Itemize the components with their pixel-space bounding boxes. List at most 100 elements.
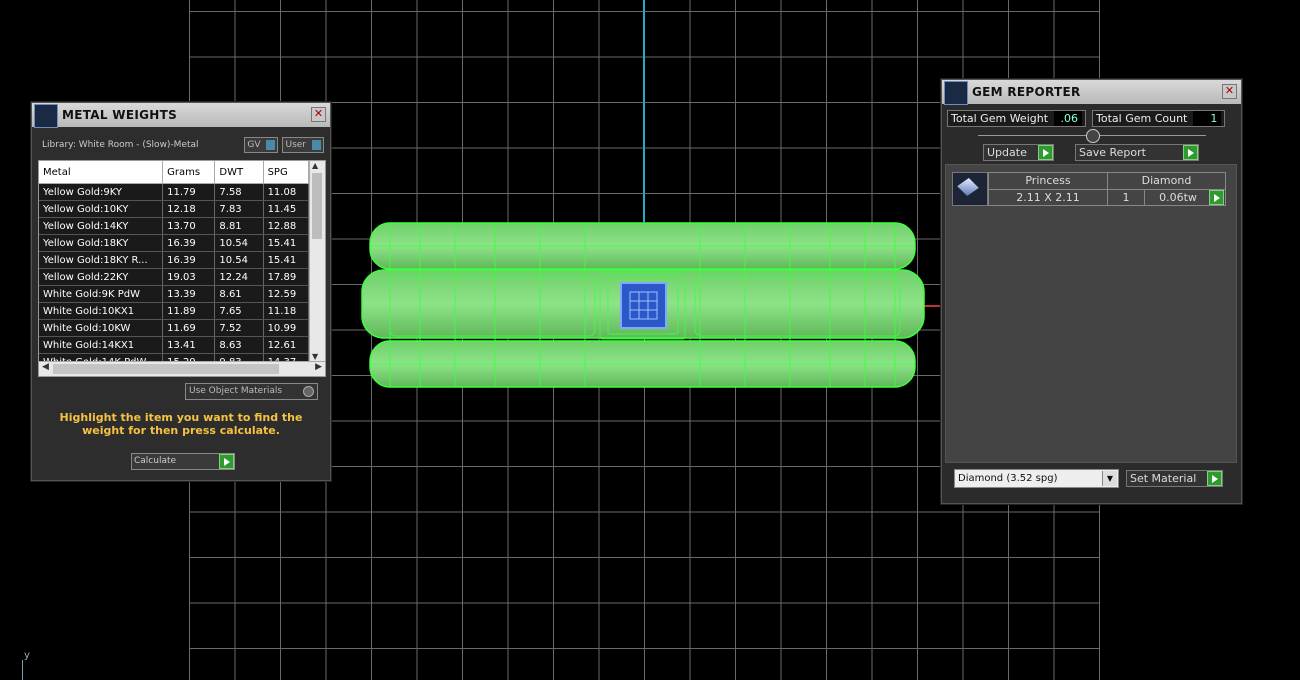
table-cell: 11.79 [162,183,216,201]
chevron-down-icon[interactable]: ▼ [1102,471,1117,486]
table-cell: 19.03 [162,268,216,286]
table-cell: Yellow Gold:14KY [39,217,164,235]
use-object-materials-label: Use Object Materials [189,386,283,396]
gv-toggle-label: GV [247,140,261,150]
column-header-spg[interactable]: SPG [263,161,310,184]
save-report-label: Save Report [1079,146,1146,159]
table-cell: Yellow Gold:10KY [39,200,164,218]
vertical-scroll-thumb[interactable] [312,173,322,239]
table-row[interactable]: White Gold:10KW 11.69 7.52 10.99 [39,319,310,337]
table-cell: White Gold:10KX1 [39,302,164,320]
table-row[interactable]: Yellow Gold:22KY 19.03 12.24 17.89 [39,268,310,286]
set-material-label: Set Material [1130,472,1197,485]
play-arrow-icon[interactable] [219,454,234,469]
use-object-materials-option[interactable]: Use Object Materials [185,383,318,400]
table-row[interactable]: Yellow Gold:18KY 16.39 10.54 15.41 [39,234,310,252]
table-cell: White Gold:9K PdW [39,285,164,303]
table-cell: 7.83 [214,200,264,218]
table-cell: 12.18 [162,200,216,218]
gem-reporter-titlebar[interactable]: GEM REPORTER ✕ [942,80,1241,105]
metal-weights-title: METAL WEIGHTS [62,108,178,122]
table-cell: 7.58 [214,183,264,201]
gem-shape: Princess [988,172,1108,190]
material-select[interactable]: Diamond (3.52 spg) ▼ [954,469,1119,488]
princess-gem[interactable] [620,282,667,329]
scroll-left-icon[interactable]: ◀ [42,362,49,372]
table-cell: White Gold:10KW [39,319,164,337]
material-select-value: Diamond (3.52 spg) [958,473,1058,484]
gem-list[interactable]: Princess Diamond 2.11 X 2.11 1 0.06tw [945,164,1237,463]
scroll-right-icon[interactable]: ▶ [315,362,322,372]
table-cell: 15.41 [263,234,310,252]
metal-weights-titlebar[interactable]: METAL WEIGHTS ✕ [32,103,330,128]
horizontal-scroll-thumb[interactable] [53,364,279,374]
table-cell: 13.41 [162,336,216,354]
table-cell: Yellow Gold:18KY R... [39,251,164,269]
play-arrow-icon[interactable] [1038,145,1053,160]
table-row[interactable]: White Gold:14KX1 13.41 8.63 12.61 [39,336,310,354]
play-arrow-icon[interactable] [1183,145,1198,160]
viewport-axis-horizontal [924,305,942,307]
calculate-label: Calculate [134,456,177,466]
gem-totals-row: Total Gem Weight .06 Total Gem Count 1 [947,110,1226,127]
column-header-dwt[interactable]: DWT [214,161,264,184]
gv-toggle[interactable]: GV [244,137,279,153]
update-button[interactable]: Update [983,144,1054,161]
library-label: Library: White Room - (Slow)-Metal [42,140,199,150]
play-arrow-icon[interactable] [1209,189,1224,205]
table-cell: 10.54 [214,251,264,269]
table-cell: 12.24 [214,268,264,286]
table-cell: 12.61 [263,336,310,354]
table-cell: White Gold:14KX1 [39,336,164,354]
column-header-grams[interactable]: Grams [162,161,216,184]
metal-table-horizontal-scrollbar[interactable]: ◀ ▶ [39,361,325,376]
table-cell: 13.70 [162,217,216,235]
table-cell: 8.63 [214,336,264,354]
gem-material: Diamond [1107,172,1226,190]
table-cell: 11.45 [263,200,310,218]
ring-model[interactable] [360,218,926,392]
gem-details: Princess Diamond 2.11 X 2.11 1 0.06tw [988,172,1226,206]
table-cell: 16.39 [162,234,216,252]
play-arrow-icon[interactable] [1207,471,1222,486]
table-cell: 12.88 [263,217,310,235]
user-toggle-label: User [285,140,306,150]
metal-table[interactable]: Metal Grams DWT SPG Yellow Gold:9KY 11.79… [38,160,326,377]
table-row[interactable]: White Gold:10KX1 11.89 7.65 11.18 [39,302,310,320]
axis-label-y: y [24,650,30,661]
table-row[interactable]: Yellow Gold:14KY 13.70 8.81 12.88 [39,217,310,235]
table-cell: 17.89 [263,268,310,286]
total-gem-count-label: Total Gem Count [1096,112,1188,125]
calculate-button[interactable]: Calculate [131,453,235,470]
table-cell: 10.99 [263,319,310,337]
table-cell: Yellow Gold:22KY [39,268,164,286]
table-cell: 15.41 [263,251,310,269]
gem-size: 2.11 X 2.11 [988,188,1108,206]
gem-reporter-title: GEM REPORTER [972,85,1081,99]
save-report-button[interactable]: Save Report [1075,144,1199,161]
total-gem-count-field: Total Gem Count 1 [1092,110,1226,127]
table-cell: Yellow Gold:18KY [39,234,164,252]
table-row[interactable]: Yellow Gold:18KY R... 16.39 10.54 15.41 [39,251,310,269]
scroll-up-icon[interactable]: ▲ [312,161,318,170]
close-icon[interactable]: ✕ [1222,84,1237,99]
table-cell: 10.54 [214,234,264,252]
gem-count: 1 [1107,188,1145,206]
table-cell: 13.39 [162,285,216,303]
table-row[interactable]: White Gold:9K PdW 13.39 8.61 12.59 [39,285,310,303]
table-cell: 16.39 [162,251,216,269]
gem-reporter-panel: GEM REPORTER ✕ Total Gem Weight .06 Tota… [941,79,1242,504]
table-row[interactable]: Yellow Gold:9KY 11.79 7.58 11.08 [39,183,310,201]
radio-icon[interactable] [303,386,314,397]
total-gem-weight-value: .06 [1054,111,1083,126]
column-header-metal[interactable]: Metal [39,161,164,184]
instruction-text: Highlight the item you want to find the … [59,411,303,437]
scroll-down-icon[interactable]: ▼ [312,352,318,361]
panel-slider-knob[interactable] [1086,129,1100,143]
metal-table-vertical-scrollbar[interactable]: ▲ ▼ [309,161,325,361]
table-row[interactable]: Yellow Gold:10KY 12.18 7.83 11.45 [39,200,310,218]
set-material-button[interactable]: Set Material [1126,470,1223,487]
user-toggle[interactable]: User [282,137,324,153]
close-icon[interactable]: ✕ [311,107,326,122]
gem-list-item[interactable]: Princess Diamond 2.11 X 2.11 1 0.06tw [952,172,1226,206]
